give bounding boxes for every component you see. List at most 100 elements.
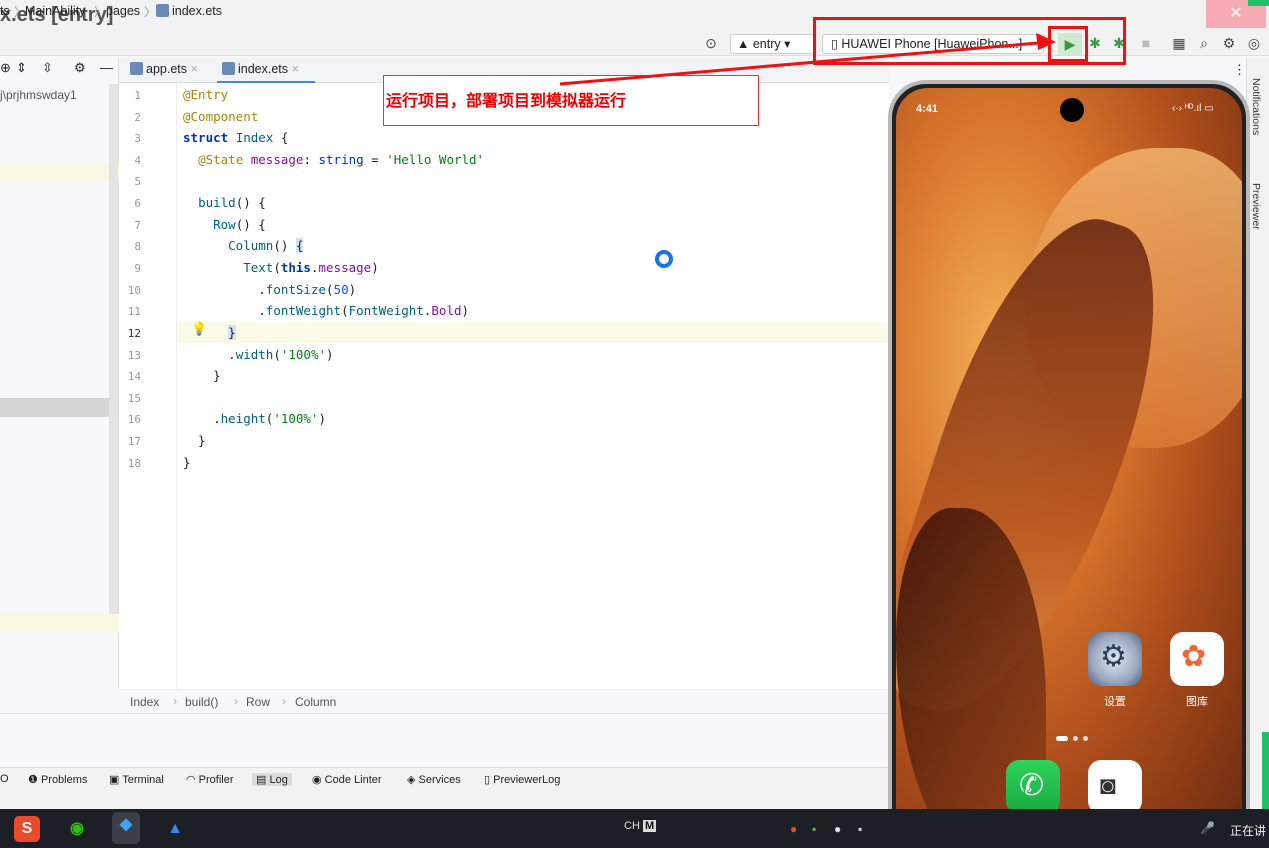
account-icon[interactable]: ◎ — [1245, 34, 1263, 52]
module-icon: ▲ — [737, 37, 750, 51]
services-icon: ◈ — [407, 774, 416, 786]
gear-icon[interactable]: ⚙ — [74, 60, 86, 76]
editor-gutter — [119, 83, 177, 689]
tool-previewer-log[interactable]: ▯ PreviewerLog — [484, 773, 560, 786]
code-line: @Entry — [183, 87, 229, 102]
stop-icon[interactable]: ■ — [1137, 34, 1155, 52]
line-number: 17 — [127, 435, 141, 448]
arkui-app-icon[interactable]: ▲ — [162, 816, 188, 842]
page-dot-active — [1056, 736, 1068, 741]
screen-edge-accent — [1248, 0, 1269, 6]
code-line: @Component — [183, 109, 259, 124]
line-number: 15 — [127, 392, 141, 405]
code-crumb-item[interactable]: build() — [185, 695, 218, 709]
tool-code-linter[interactable]: ◉ Code Linter — [312, 773, 382, 786]
search-icon[interactable]: ⌕ — [1195, 34, 1213, 52]
mic-muted-icon[interactable]: 🎤 — [1200, 821, 1215, 835]
chrome-icon[interactable]: ● — [790, 822, 797, 836]
ets-file-icon — [156, 4, 169, 17]
previewer-tab[interactable]: Previewer — [1250, 183, 1262, 230]
tray-app-icon[interactable]: ▪ — [858, 822, 862, 836]
tab-close-icon[interactable]: × — [191, 62, 198, 76]
code-editor[interactable] — [119, 83, 889, 689]
tree-row-highlight[interactable] — [0, 163, 119, 181]
code-line: .fontSize(50) — [183, 282, 357, 297]
project-panel — [0, 58, 119, 688]
wechat-tray-icon[interactable]: ● — [834, 822, 841, 836]
line-number: 18 — [127, 457, 141, 470]
phone-emulator[interactable]: 4:41 ‹·› ᴴᴰ.ıl ▭ ⚙ 设置 ✿ 图库 ✆ ◙ ◁ ○ □ — [888, 80, 1250, 848]
page-indicator — [1056, 730, 1093, 744]
code-crumb-item[interactable]: Row — [246, 695, 270, 709]
line-number: 11 — [127, 305, 141, 318]
close-icon: ✕ — [1229, 5, 1243, 22]
line-number: 10 — [127, 284, 141, 297]
notifications-tab[interactable]: Notifications — [1250, 78, 1262, 135]
maximize-button[interactable] — [1156, 4, 1180, 24]
module-select[interactable]: ▲ entry ▾ — [730, 34, 814, 54]
expand-all-icon[interactable]: ⇕ — [16, 60, 27, 76]
breadcrumb-file[interactable]: index.ets — [156, 4, 222, 18]
code-line: struct Index { — [183, 130, 289, 145]
code-line: .width('100%') — [183, 347, 334, 362]
code-line: .height('100%') — [183, 411, 327, 426]
ets-file-icon — [130, 62, 143, 75]
line-number: 16 — [127, 413, 141, 426]
sogou-input-icon[interactable]: S — [14, 816, 40, 842]
tool-partial-icon[interactable]: O — [0, 773, 9, 785]
project-root-path[interactable]: j\prjhmswday1 — [0, 88, 77, 102]
code-line: .fontWeight(FontWeight.Bold) — [183, 303, 470, 318]
locate-icon[interactable]: ⊕ — [0, 60, 11, 76]
project-scrollbar[interactable] — [109, 84, 118, 614]
sdk-manager-icon[interactable]: ▦ — [1170, 34, 1188, 52]
line-number: 4 — [134, 154, 141, 167]
live-status-text: 正在讲 — [1230, 824, 1267, 838]
log-icon: ▤ — [256, 774, 267, 786]
code-crumb-item[interactable]: Index — [130, 695, 159, 709]
collapse-all-icon[interactable]: ⇳ — [42, 60, 53, 76]
code-line: } — [183, 433, 206, 448]
breadcrumb-item[interactable]: ts — [0, 4, 10, 18]
annotation-text: 运行项目，部署项目到模拟器运行 — [386, 93, 627, 110]
error-icon: ❶ — [28, 774, 38, 786]
tab-index-ets[interactable]: index.ets × — [222, 62, 299, 76]
highlight-box-run — [1048, 26, 1088, 62]
tray-app-icon[interactable]: ▪ — [812, 822, 816, 836]
code-line: build() { — [198, 195, 266, 210]
tool-profiler[interactable]: ◠ Profiler — [186, 773, 234, 786]
code-line: } — [183, 368, 221, 383]
app-label: 设置 — [1104, 696, 1126, 708]
target-icon[interactable]: ⊙ — [702, 34, 720, 52]
code-line: @State message: string = 'Hello World' — [198, 152, 485, 167]
settings-icon[interactable]: ⚙ — [1220, 34, 1238, 52]
tree-row-highlight[interactable] — [0, 614, 119, 632]
gallery-app[interactable]: ✿ — [1170, 632, 1224, 686]
loading-spinner-icon — [655, 250, 673, 268]
tool-terminal[interactable]: ▣ Terminal — [109, 773, 164, 786]
tab-close-icon[interactable]: × — [292, 62, 299, 76]
page-dot — [1083, 736, 1088, 741]
tool-problems[interactable]: ❶ Problems — [28, 773, 87, 786]
lower-panel — [0, 713, 889, 767]
breadcrumb-item[interactable]: pages — [106, 4, 140, 18]
hide-panel-icon[interactable]: — — [100, 60, 113, 75]
phone-call-icon: ✆ — [1019, 769, 1045, 802]
tab-app-ets[interactable]: app.ets × — [130, 62, 198, 76]
page-dot — [1073, 736, 1078, 741]
tool-services[interactable]: ◈ Services — [407, 773, 461, 786]
phone-screen[interactable]: 4:41 ‹·› ᴴᴰ.ıl ▭ ⚙ 设置 ✿ 图库 ✆ ◙ ◁ ○ □ — [896, 88, 1242, 844]
code-crumb-item[interactable]: Column — [295, 695, 336, 709]
phone-app[interactable]: ✆ — [1006, 760, 1060, 814]
line-number: 3 — [134, 132, 141, 145]
breadcrumb-item[interactable]: MainAbility — [25, 4, 85, 18]
deveco-studio-icon[interactable]: ◆ — [112, 812, 140, 844]
camera-app[interactable]: ◙ — [1088, 760, 1142, 814]
more-options-icon[interactable]: ⋮ — [1233, 62, 1246, 78]
phone-status-icons: ‹·› ᴴᴰ.ıl ▭ — [1172, 103, 1214, 114]
ime-indicator[interactable]: CH M — [624, 820, 657, 832]
tree-row-selected[interactable] — [0, 398, 119, 417]
tool-log[interactable]: ▤ Log — [252, 773, 292, 786]
settings-app[interactable]: ⚙ — [1088, 632, 1142, 686]
wechat-icon[interactable]: ◉ — [64, 816, 90, 842]
phone-clock: 4:41 — [916, 103, 939, 115]
